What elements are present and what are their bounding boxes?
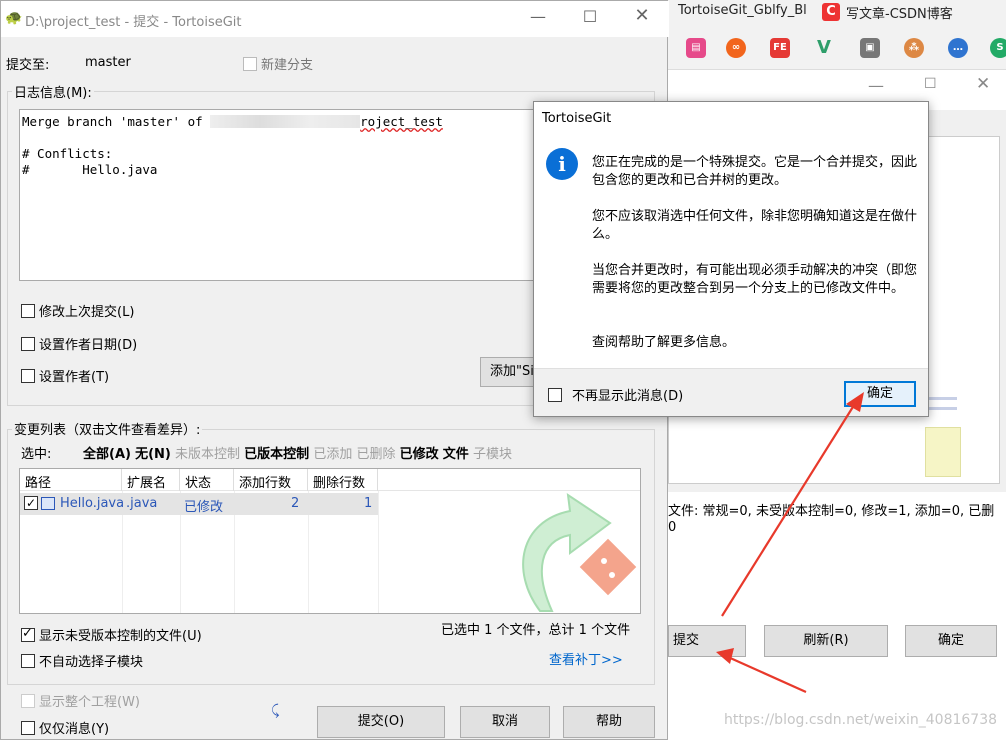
arrow-head [716,648,734,664]
watermark: https://blog.csdn.net/weixin_40816738 [724,712,998,728]
annotation-arrow [721,401,857,617]
arrow-head [846,392,864,412]
annotation-arrows [716,392,864,694]
annotation-arrow [727,655,807,694]
